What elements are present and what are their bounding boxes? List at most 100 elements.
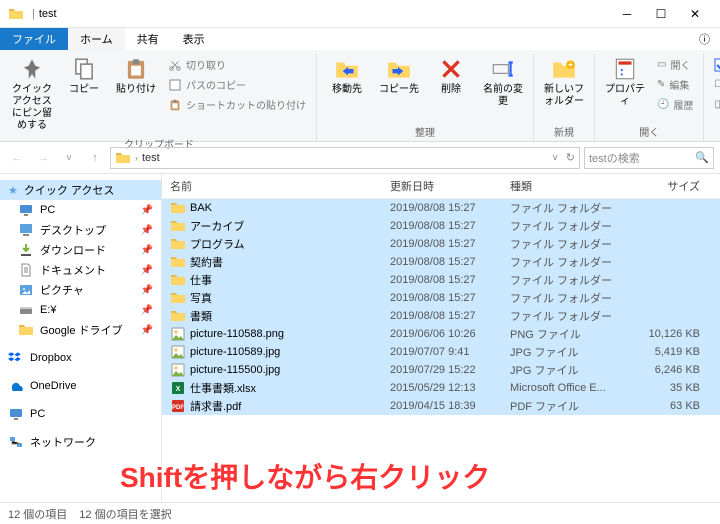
recent-button[interactable]: ⅴ bbox=[58, 147, 80, 169]
file-row[interactable]: BAK 2019/08/08 15:27 ファイル フォルダー bbox=[162, 199, 720, 217]
file-row[interactable]: 仕事 2019/08/08 15:27 ファイル フォルダー bbox=[162, 271, 720, 289]
sidebar-dropbox[interactable]: Dropbox bbox=[0, 348, 161, 368]
file-row[interactable]: picture-110589.jpg 2019/07/07 9:41 JPG フ… bbox=[162, 343, 720, 361]
newfolder-button[interactable]: 新しいフォルダー bbox=[540, 54, 588, 110]
pasteshortcut-button[interactable]: ショートカットの貼り付け bbox=[166, 96, 308, 113]
selectall-button[interactable]: すべて選択 bbox=[712, 56, 720, 73]
history-button[interactable]: 🕘履歴 bbox=[655, 96, 695, 113]
col-date[interactable]: 更新日時 bbox=[390, 178, 510, 194]
copy-button[interactable]: コピー bbox=[60, 54, 108, 134]
cut-button[interactable]: 切り取り bbox=[166, 56, 308, 73]
breadcrumb[interactable]: test bbox=[142, 152, 160, 164]
sidebar-item-drive[interactable]: E:¥📌 bbox=[0, 300, 161, 320]
invertselect-button[interactable]: ◫選択の切り替え bbox=[712, 96, 720, 113]
ribbon-help-button[interactable]: ⓘ bbox=[689, 28, 720, 50]
file-date: 2019/07/07 9:41 bbox=[390, 346, 510, 358]
paste-button[interactable]: 貼り付け bbox=[112, 54, 160, 134]
sidebar-pc[interactable]: PC bbox=[0, 404, 161, 424]
moveto-button[interactable]: 移動先 bbox=[323, 54, 371, 110]
separator: | bbox=[32, 8, 35, 20]
file-row[interactable]: picture-110588.png 2019/06/06 10:26 PNG … bbox=[162, 325, 720, 343]
file-date: 2019/08/08 15:27 bbox=[390, 202, 510, 214]
pin-icon: 📌 bbox=[141, 245, 153, 256]
sidebar-network[interactable]: ネットワーク bbox=[0, 432, 161, 452]
sidebar-item-documents[interactable]: ドキュメント📌 bbox=[0, 260, 161, 280]
sidebar-item-downloads[interactable]: ダウンロード📌 bbox=[0, 240, 161, 260]
folder-icon bbox=[115, 150, 131, 166]
moveto-icon bbox=[334, 56, 360, 82]
file-row[interactable]: 書類 2019/08/08 15:27 ファイル フォルダー bbox=[162, 307, 720, 325]
minimize-button[interactable]: ─ bbox=[610, 3, 644, 25]
folder-icon bbox=[8, 6, 24, 22]
tab-view[interactable]: 表示 bbox=[171, 28, 217, 50]
sidebar-item-pictures[interactable]: ピクチャ📌 bbox=[0, 280, 161, 300]
sidebar-item-gdrive[interactable]: Google ドライブ📌 bbox=[0, 320, 161, 340]
address-input[interactable]: › test ⅴ ↻ bbox=[110, 147, 580, 169]
file-list: 名前 更新日時 種類 サイズ BAK 2019/08/08 15:27 ファイル… bbox=[162, 174, 720, 500]
edit-button[interactable]: ✎編集 bbox=[655, 76, 695, 93]
file-row[interactable]: アーカイブ 2019/08/08 15:27 ファイル フォルダー bbox=[162, 217, 720, 235]
forward-button[interactable]: → bbox=[32, 147, 54, 169]
pin-icon: 📌 bbox=[141, 225, 153, 236]
file-name: 契約書 bbox=[190, 254, 390, 270]
sidebar-onedrive[interactable]: OneDrive bbox=[0, 376, 161, 396]
copy-icon bbox=[71, 56, 97, 82]
paste-icon bbox=[123, 56, 149, 82]
rename-button[interactable]: 名前の変更 bbox=[479, 54, 527, 110]
sidebar-quickaccess[interactable]: ★クイック アクセス bbox=[0, 180, 161, 200]
col-name[interactable]: 名前 bbox=[170, 178, 390, 194]
navigation-pane: ★クイック アクセス PC📌 デスクトップ📌 ダウンロード📌 ドキュメント📌 ピ… bbox=[0, 174, 162, 500]
col-size[interactable]: サイズ bbox=[630, 178, 700, 194]
file-row[interactable]: プログラム 2019/08/08 15:27 ファイル フォルダー bbox=[162, 235, 720, 253]
search-input[interactable]: testの検索 🔍 bbox=[584, 147, 714, 169]
refresh-button[interactable]: ↻ bbox=[566, 151, 575, 164]
open-button[interactable]: ▭開く bbox=[655, 56, 695, 73]
column-headers: 名前 更新日時 種類 サイズ bbox=[162, 174, 720, 199]
onedrive-icon bbox=[8, 378, 24, 394]
item-count: 12 個の項目 bbox=[8, 506, 67, 522]
maximize-button[interactable]: ☐ bbox=[644, 3, 678, 25]
file-row[interactable]: 写真 2019/08/08 15:27 ファイル フォルダー bbox=[162, 289, 720, 307]
group-open: 開く bbox=[639, 122, 659, 141]
folder-icon bbox=[170, 272, 186, 288]
folder-icon bbox=[170, 308, 186, 324]
tab-home[interactable]: ホーム bbox=[68, 28, 125, 50]
close-button[interactable]: ✕ bbox=[678, 3, 712, 25]
file-size: 35 KB bbox=[630, 382, 700, 394]
download-icon bbox=[18, 242, 34, 258]
col-type[interactable]: 種類 bbox=[510, 178, 630, 194]
search-icon: 🔍 bbox=[695, 151, 709, 164]
chevron-icon: › bbox=[135, 153, 138, 163]
file-row[interactable]: 仕事書類.xlsx 2015/05/29 12:13 Microsoft Off… bbox=[162, 379, 720, 397]
properties-icon bbox=[612, 56, 638, 82]
selectnone-button[interactable]: ☐選択解除 bbox=[712, 76, 720, 93]
delete-button[interactable]: 削除 bbox=[427, 54, 475, 110]
file-date: 2019/08/08 15:27 bbox=[390, 310, 510, 322]
selected-count: 12 個の項目を選択 bbox=[79, 506, 171, 522]
pc-icon bbox=[8, 406, 24, 422]
file-row[interactable]: picture-115500.jpg 2019/07/29 15:22 JPG … bbox=[162, 361, 720, 379]
back-button[interactable]: ← bbox=[6, 147, 28, 169]
pin-icon: 📌 bbox=[141, 265, 153, 276]
properties-button[interactable]: プロパティ bbox=[601, 54, 649, 115]
jpg-icon bbox=[170, 344, 186, 360]
tab-file[interactable]: ファイル bbox=[0, 28, 68, 50]
copyto-button[interactable]: コピー先 bbox=[375, 54, 423, 110]
pin-button[interactable]: クイック アクセスにピン留めする bbox=[8, 54, 56, 134]
file-name: BAK bbox=[190, 202, 390, 214]
network-icon bbox=[8, 434, 24, 450]
png-icon bbox=[170, 326, 186, 342]
sidebar-item-pc[interactable]: PC📌 bbox=[0, 200, 161, 220]
tab-share[interactable]: 共有 bbox=[125, 28, 171, 50]
pin-icon: 📌 bbox=[141, 325, 153, 336]
file-type: JPG ファイル bbox=[510, 362, 630, 378]
up-button[interactable]: ↑ bbox=[84, 147, 106, 169]
drive-icon bbox=[18, 302, 34, 318]
sidebar-item-desktop[interactable]: デスクトップ📌 bbox=[0, 220, 161, 240]
file-type: JPG ファイル bbox=[510, 344, 630, 360]
folder-icon bbox=[170, 254, 186, 270]
file-row[interactable]: 契約書 2019/08/08 15:27 ファイル フォルダー bbox=[162, 253, 720, 271]
dropdown-icon[interactable]: ⅴ bbox=[552, 152, 557, 163]
copypath-button[interactable]: パスのコピー bbox=[166, 76, 308, 93]
file-row[interactable]: 請求書.pdf 2019/04/15 18:39 PDF ファイル 63 KB bbox=[162, 397, 720, 415]
